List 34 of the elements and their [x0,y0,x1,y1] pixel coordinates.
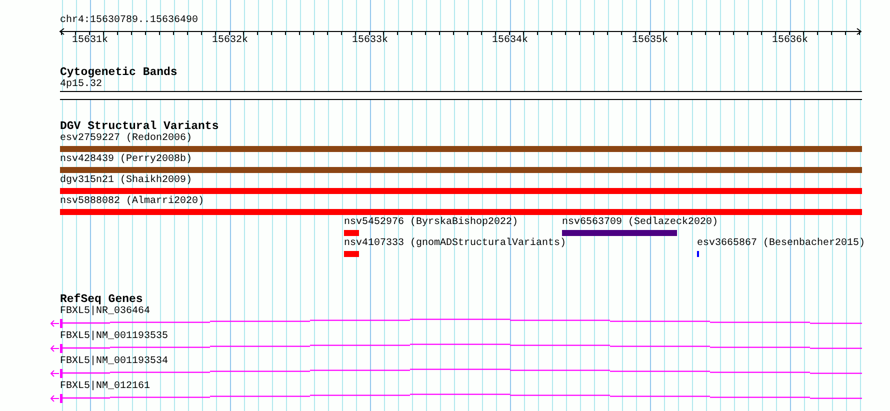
gene-drawing[interactable] [50,318,863,328]
track-title: DGV Structural Variants [60,121,220,133]
gene-drawing[interactable] [50,368,863,378]
variant-label: nsv5888082 (Almarri2020) [60,196,204,208]
gene-drawing[interactable] [50,394,863,403]
variant-label: nsv6563709 (Sedlazeck2020) [562,217,718,229]
track-title: RefSeq Genes [60,294,143,306]
tick-label: 15632k [212,35,248,47]
variant-label: nsv4107333 (gnomADStructuralVariants) [344,238,566,250]
variant-label: esv2759227 (Redon2006) [60,133,192,145]
tick-label: 15636k [772,35,808,47]
variant-bar[interactable] [60,146,862,152]
variant-bar[interactable] [60,188,862,194]
track-title: Cytogenetic Bands [60,67,178,79]
gene-drawing[interactable] [50,344,863,353]
gene-label: FBXL5|NM_001193534 [60,356,170,368]
variant-label: nsv5452976 (ByrskaBishop2022) [344,217,518,229]
tick-label: 15631k [72,35,108,47]
variant-bar[interactable] [344,251,359,257]
location-label: chr4:15630789..15636490 [60,15,200,27]
tick-label: 15634k [492,35,528,47]
variant-label: esv3665867 (Besenbacher2015) [697,238,866,250]
variant-label: nsv428439 (Perry2008b) [60,154,192,166]
variant-bar[interactable] [344,230,359,236]
gene-label: FBXL5|NM_001193535 [60,331,170,343]
variant-label: dgv315n21 (Shaikh2009) [60,175,192,187]
gene-label: FBXL5|NR_036464 [60,306,152,318]
variant-bar[interactable] [60,209,862,215]
gene-label: FBXL5|NM_012161 [60,381,152,393]
tick-label: 15635k [632,35,668,47]
variant-bar[interactable] [60,167,862,173]
band-label: 4p15.32 [60,79,104,91]
variant-bar[interactable] [562,230,677,236]
tick-label: 15633k [352,35,388,47]
